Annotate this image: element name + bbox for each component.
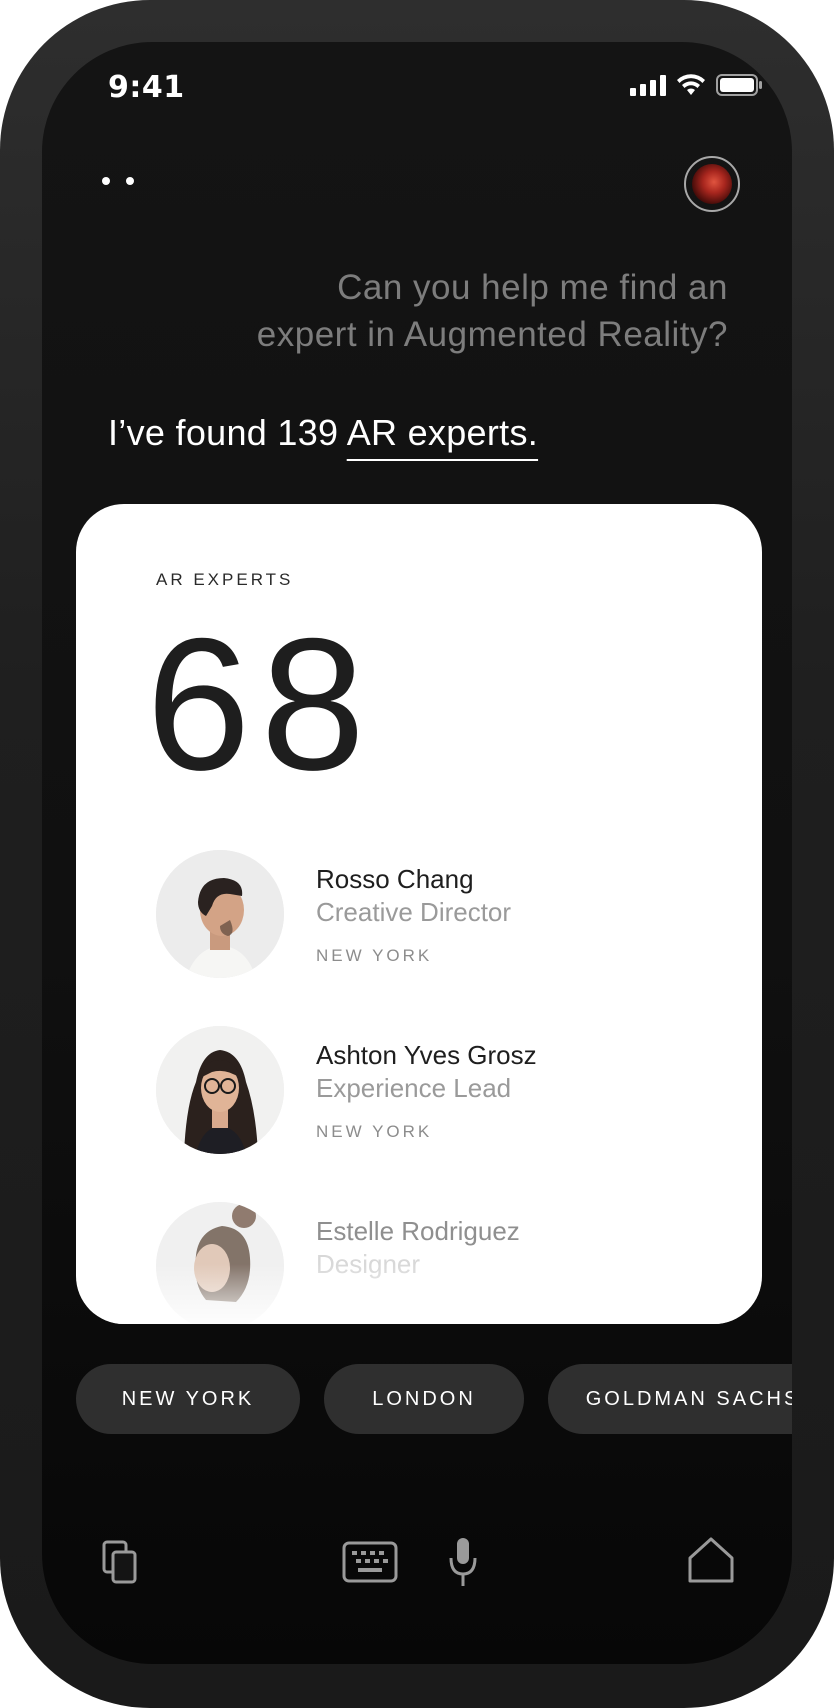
expert-count: 68	[146, 599, 376, 809]
answer-link[interactable]: AR experts.	[347, 412, 538, 453]
wifi-icon	[676, 74, 706, 96]
person-info: Ashton Yves Grosz Experience Lead NEW YO…	[316, 1040, 537, 1142]
home-icon[interactable]	[686, 1536, 736, 1584]
person-location: NEW YORK	[316, 946, 433, 965]
dot-icon	[126, 177, 134, 185]
phone-frame: 9:41 Can you help me find an expert in A…	[0, 0, 834, 1708]
person-role: Experience Lead	[316, 1073, 512, 1103]
person-photo	[156, 1026, 284, 1154]
experts-card[interactable]: AR EXPERTS 68 Rosso Chang Creative Direc…	[76, 504, 762, 1324]
chip-goldman-sachs[interactable]: GOLDMAN SACHS	[548, 1364, 792, 1434]
microphone-icon[interactable]	[448, 1536, 478, 1588]
person-name: Estelle Rodriguez	[316, 1216, 520, 1246]
user-question: Can you help me find an expert in Augmen…	[128, 264, 728, 358]
person-name: Ashton Yves Grosz	[316, 1040, 537, 1070]
person-row[interactable]: Ashton Yves Grosz Experience Lead NEW YO…	[156, 1026, 716, 1156]
card-label: AR EXPERTS	[156, 570, 294, 589]
status-time: 9:41	[108, 70, 185, 105]
assistant-avatar-button[interactable]	[684, 156, 740, 212]
status-icons	[630, 74, 762, 96]
person-photo	[156, 850, 284, 978]
question-line: expert in Augmented Reality?	[256, 315, 728, 354]
dot-icon	[102, 177, 110, 185]
filter-chips: NEW YORK LONDON GOLDMAN SACHS	[76, 1364, 792, 1434]
cellular-signal-icon	[630, 74, 666, 96]
question-line: Can you help me find an	[337, 268, 728, 307]
person-row[interactable]: Rosso Chang Creative Director NEW YORK	[156, 850, 716, 980]
keyboard-icon[interactable]	[342, 1540, 398, 1584]
assistant-orb-icon	[692, 164, 732, 204]
person-role: Creative Director	[316, 897, 512, 927]
card-bottom-fade	[76, 1264, 762, 1324]
chip-new-york[interactable]: NEW YORK	[76, 1364, 300, 1434]
person-location: NEW YORK	[316, 1122, 433, 1141]
battery-icon	[716, 74, 762, 96]
person-info: Rosso Chang Creative Director NEW YORK	[316, 864, 511, 966]
screen: 9:41 Can you help me find an expert in A…	[42, 42, 792, 1664]
cards-icon[interactable]	[102, 1540, 138, 1584]
person-name: Rosso Chang	[316, 864, 474, 894]
chip-london[interactable]: LONDON	[324, 1364, 524, 1434]
menu-dots-button[interactable]	[102, 177, 134, 185]
answer-text: I’ve found 139	[108, 412, 347, 453]
assistant-answer: I’ve found 139 AR experts.	[108, 412, 538, 454]
